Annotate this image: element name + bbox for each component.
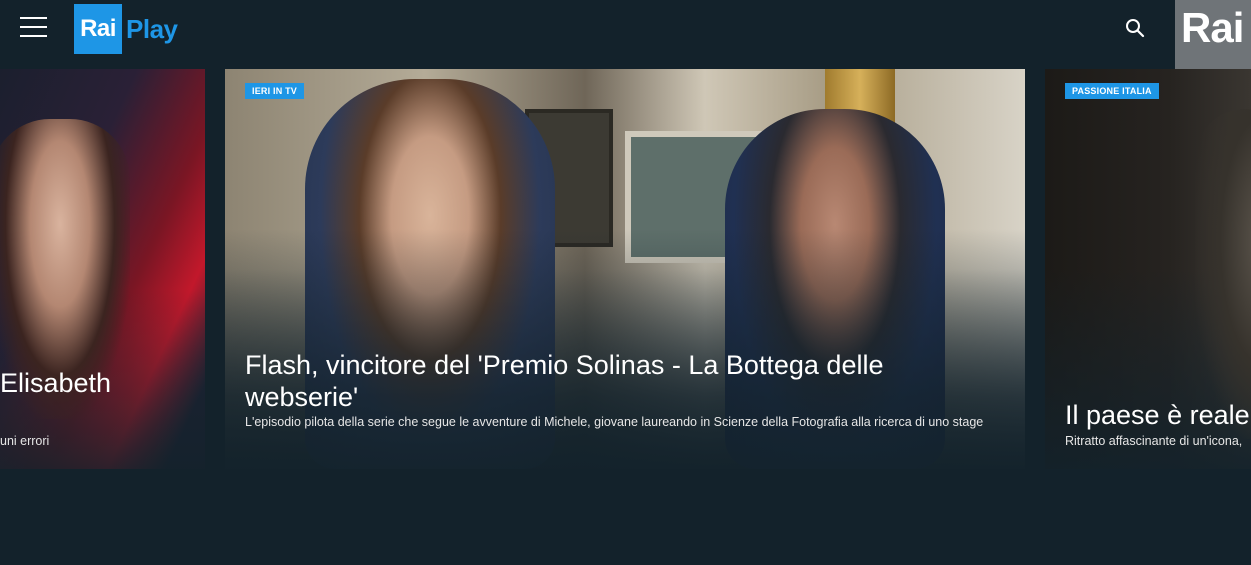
rai-corner-logo-text: Rai	[1181, 4, 1244, 51]
slide-main-badge: IERI IN TV	[245, 83, 305, 99]
carousel-slide-left[interactable]: Elisabeth uni errori	[0, 69, 205, 469]
slide-main-desc: L'episodio pilota della serie che segue …	[245, 415, 984, 429]
logo-rai: Rai	[74, 4, 122, 54]
slide-main-title: Flash, vincitore del 'Premio Solinas - L…	[245, 350, 884, 412]
slide-right-title: Il paese è reale	[1065, 400, 1250, 430]
logo-play: Play	[126, 13, 178, 44]
slide-left-desc: uni errori	[0, 434, 50, 448]
carousel-slide-main[interactable]: IERI IN TV Flash, vincitore del 'Premio …	[225, 69, 1025, 469]
portrait-shape	[1195, 109, 1251, 439]
slide-left-title: Elisabeth	[0, 368, 112, 398]
slide-right-badge: PASSIONE ITALIA	[1065, 83, 1159, 99]
hamburger-menu-icon[interactable]	[20, 17, 48, 39]
top-navigation-bar: Rai Play Rai	[0, 0, 1251, 69]
raiplay-logo[interactable]: Rai Play	[74, 4, 178, 54]
slide-right-desc: Ritratto affascinante di un'icona,	[1065, 434, 1243, 448]
search-icon[interactable]	[1123, 17, 1147, 41]
rai-corner-logo[interactable]: Rai	[1175, 0, 1251, 69]
carousel-slide-right[interactable]: PASSIONE ITALIA Il paese è reale Ritratt…	[1045, 69, 1251, 469]
